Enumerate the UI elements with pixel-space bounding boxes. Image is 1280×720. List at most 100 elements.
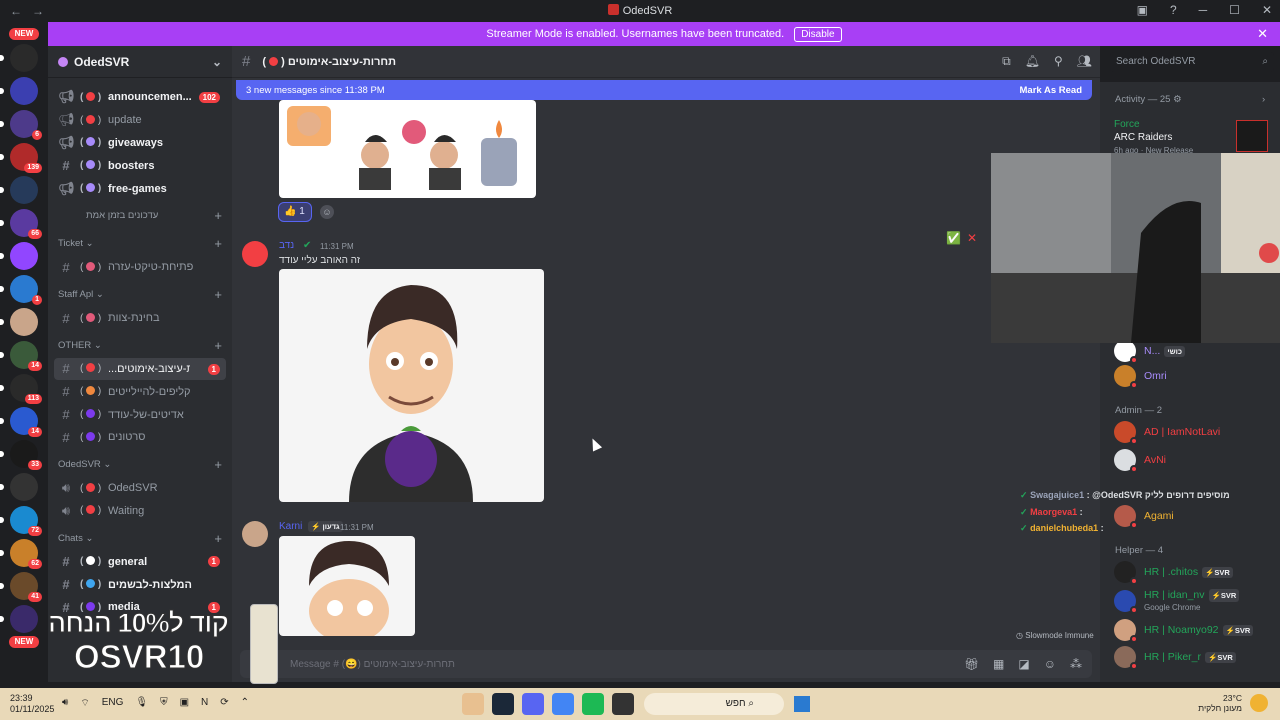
chevron-up-icon[interactable]: ⌃: [241, 697, 249, 710]
member-item[interactable]: HR | Piker_r ⚡SVR: [1114, 646, 1236, 670]
search-input[interactable]: Search OdedSVR ⌕: [1110, 52, 1274, 72]
channel-item[interactable]: # ( ) סרטונים: [54, 426, 226, 449]
message-author[interactable]: Karni: [279, 521, 302, 532]
language-indicator[interactable]: ENG: [102, 697, 124, 710]
cross-icon[interactable]: ✕: [967, 231, 977, 245]
add-reaction-icon[interactable]: ☺: [320, 205, 334, 219]
mic-icon[interactable]: 🎙︎: [135, 697, 148, 710]
member-item[interactable]: HR | idan_nv ⚡SVR Google Chrome: [1114, 589, 1240, 614]
category-other[interactable]: OTHER ⌄ +: [54, 334, 226, 358]
security-icon[interactable]: ⛨: [160, 697, 168, 710]
category-chats[interactable]: Chats ⌄ +: [54, 526, 226, 550]
avatar[interactable]: [242, 241, 268, 267]
channel-item[interactable]: 📢︎ ( ) announcemen... 102: [54, 86, 226, 109]
server-icon[interactable]: 66: [0, 209, 42, 239]
server-icon[interactable]: 41: [0, 572, 42, 602]
channel-item[interactable]: 📢︎ ( ) giveaways: [54, 132, 226, 155]
category-voice[interactable]: OdedSVR ⌄ +: [54, 453, 226, 477]
sticker-icon[interactable]: ◪: [1018, 657, 1029, 671]
mark-as-read-button[interactable]: Mark As Read: [1020, 85, 1082, 96]
app-icon[interactable]: [462, 693, 484, 715]
explorer-icon[interactable]: [612, 693, 634, 715]
channel-item[interactable]: # ( ) קליפים-להיילייטים: [54, 380, 226, 403]
members-icon[interactable]: 👥︎: [1077, 54, 1092, 69]
member-item[interactable]: HR | Noamyo92 ⚡SVR: [1114, 619, 1254, 643]
close-icon[interactable]: ✕: [1257, 26, 1268, 42]
chrome-icon[interactable]: [552, 693, 574, 715]
maximize-icon[interactable]: ☐: [1229, 3, 1240, 17]
minimize-icon[interactable]: ─: [1199, 3, 1208, 17]
server-icon[interactable]: [0, 44, 38, 72]
server-icon[interactable]: 139: [0, 143, 42, 173]
server-icon[interactable]: 72: [0, 506, 42, 536]
member-item[interactable]: AD | IamNotLavi: [1114, 421, 1220, 445]
message-input[interactable]: Message # (😄) תחרות-עיצוב-אימוטים 🎁︎ ▦ ◪…: [240, 650, 1092, 678]
server-icon[interactable]: 6: [0, 110, 42, 140]
channel-item[interactable]: # ( ) general 1: [54, 550, 226, 573]
apps-icon[interactable]: ⁂: [1070, 657, 1082, 671]
notion-icon[interactable]: N: [201, 697, 208, 710]
emoji-icon[interactable]: ☺: [1044, 657, 1056, 671]
channel-item[interactable]: 📢︎ ( ) update: [54, 109, 226, 132]
channel-item[interactable]: 🔊︎ ( ) OdedSVR: [54, 477, 226, 500]
channel-ticket[interactable]: # ( ) פתיחת-טיקט-עזרה: [54, 256, 226, 279]
server-icon[interactable]: 14: [0, 407, 42, 437]
channel-item[interactable]: # ( ) אדיטים-של-עודד: [54, 403, 226, 426]
server-icon[interactable]: 113: [0, 374, 42, 404]
chevron-down-icon[interactable]: ⌄: [212, 55, 222, 69]
member-item[interactable]: AvNi: [1114, 449, 1166, 473]
category-ticket[interactable]: Ticket ⌄ +: [54, 232, 226, 256]
tray-app-icon[interactable]: ▣: [180, 697, 189, 710]
help-icon[interactable]: ?: [1170, 3, 1177, 17]
sticker-sheet-image[interactable]: [279, 100, 536, 198]
category-updates[interactable]: עדכונים בזמן אמת +: [54, 204, 226, 228]
add-channel-icon[interactable]: +: [214, 457, 222, 472]
server-icon[interactable]: [0, 242, 38, 270]
avatar[interactable]: [242, 521, 268, 547]
channel-item[interactable]: # ( ) המלצות-לבשמים: [54, 573, 226, 596]
server-icon[interactable]: 62: [0, 539, 42, 569]
close-window-icon[interactable]: ✕: [1262, 3, 1272, 17]
message-author[interactable]: נדב: [279, 240, 294, 251]
gif-icon[interactable]: ▦: [993, 657, 1004, 671]
sync-icon[interactable]: ⟳: [220, 697, 228, 710]
category-staff[interactable]: Staff Apl ⌄ +: [54, 283, 226, 307]
clock[interactable]: 23:39 01/11/2025: [10, 693, 54, 715]
activity-card[interactable]: Force ARC Raiders 6h ago · New Release: [1114, 118, 1274, 157]
channel-item[interactable]: # ( ) ...ות-עיצוב-אימוטים 1: [54, 357, 226, 381]
new-messages-bar[interactable]: 3 new messages since 11:38 PM Mark As Re…: [236, 80, 1092, 100]
taskbar-search[interactable]: חפש ⌕: [644, 693, 784, 715]
add-channel-icon[interactable]: +: [214, 208, 222, 223]
channel-item[interactable]: 🔊︎ ( ) Waiting: [54, 500, 226, 523]
inbox-icon[interactable]: ▣: [1137, 3, 1148, 17]
threads-icon[interactable]: ⧉: [1002, 54, 1011, 69]
add-channel-icon[interactable]: +: [214, 287, 222, 302]
server-icon[interactable]: [0, 473, 38, 501]
sticker-image[interactable]: [279, 269, 544, 502]
spotify-icon[interactable]: [582, 693, 604, 715]
channel-staff[interactable]: # ( ) בחינת-צוות: [54, 307, 226, 330]
volume-icon[interactable]: 🔊︎: [62, 697, 68, 710]
gift-icon[interactable]: 🎁︎: [964, 657, 979, 671]
add-channel-icon[interactable]: +: [214, 236, 222, 251]
channel-item[interactable]: 📢︎ ( ) free-games: [54, 177, 226, 200]
bell-icon[interactable]: 🔔︎: [1025, 54, 1040, 69]
reaction-thumbs-up[interactable]: 👍 1: [278, 202, 312, 222]
member-item[interactable]: N... כושי: [1114, 340, 1186, 364]
wifi-icon[interactable]: ⌔: [80, 697, 89, 710]
start-icon[interactable]: [794, 696, 810, 712]
channel-item[interactable]: # ( ) boosters: [54, 154, 226, 177]
server-icon[interactable]: 1: [0, 275, 42, 305]
discord-icon[interactable]: [522, 693, 544, 715]
weather-widget[interactable]: 23°C מעונן חלקית: [1198, 693, 1242, 713]
disable-button[interactable]: Disable: [794, 26, 842, 42]
server-icon[interactable]: [0, 176, 38, 204]
check-icon[interactable]: ✅: [946, 231, 961, 245]
pin-icon[interactable]: ⚲: [1054, 54, 1063, 69]
sticker-image-partial[interactable]: [279, 536, 415, 636]
server-icon[interactable]: 33: [0, 440, 42, 470]
member-item[interactable]: HR | .chitos ⚡SVR: [1114, 561, 1233, 585]
member-item[interactable]: Agami: [1114, 505, 1174, 529]
steam-icon[interactable]: [492, 693, 514, 715]
server-icon[interactable]: [0, 77, 38, 105]
